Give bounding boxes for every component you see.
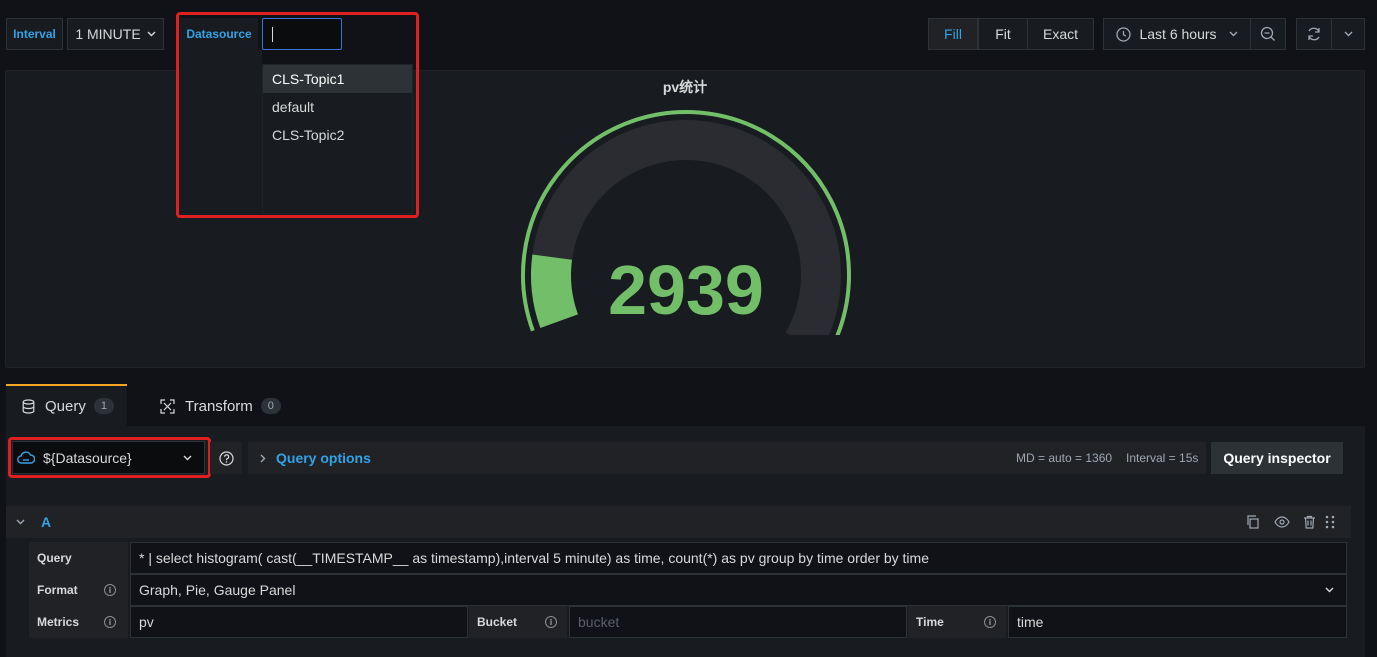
interval-value: 1 MINUTE: [75, 26, 141, 42]
question-circle-icon: [218, 450, 234, 466]
chevron-down-icon[interactable]: [16, 519, 25, 525]
zoom-out-icon: [1260, 26, 1276, 42]
time-field-label: Time i: [908, 606, 1006, 638]
query-ref-id[interactable]: A: [41, 514, 51, 530]
metrics-field-label: Metrics i: [29, 606, 128, 638]
tab-query-count: 1: [93, 398, 114, 414]
tab-query[interactable]: Query 1: [6, 384, 127, 426]
info-icon: i: [104, 584, 116, 596]
query-field-label: Query: [29, 542, 128, 574]
dropdown-option[interactable]: CLS-Topic2: [263, 121, 412, 149]
format-label-text: Format: [37, 583, 78, 597]
transform-icon: [160, 398, 175, 414]
interval-select[interactable]: 1 MINUTE: [67, 18, 164, 50]
cloud-icon: [17, 451, 35, 464]
query-options-bar[interactable]: Query options MD = auto = 1360 Interval …: [248, 442, 1206, 474]
time-label-text: Time: [916, 615, 944, 629]
chevron-down-icon: [147, 31, 156, 37]
refresh-icon: [1306, 26, 1322, 42]
datasource-label-column: [180, 50, 262, 214]
query-field[interactable]: * | select histogram( cast(__TIMESTAMP__…: [130, 542, 1347, 574]
tab-query-label: Query: [45, 397, 86, 415]
bucket-input[interactable]: bucket: [569, 606, 907, 638]
bucket-label-text: Bucket: [477, 615, 518, 629]
time-range-label: Last 6 hours: [1139, 26, 1217, 42]
clock-icon: [1116, 26, 1132, 42]
metrics-label-text: Metrics: [37, 615, 80, 629]
tab-transform-label: Transform: [185, 397, 253, 415]
datasource-select[interactable]: ${Datasource}: [12, 441, 205, 474]
format-field-label: Format i: [29, 574, 128, 606]
fill-button[interactable]: Fill: [928, 18, 978, 50]
time-input[interactable]: time: [1008, 606, 1347, 638]
bucket-field-label: Bucket i: [469, 606, 567, 638]
help-button[interactable]: [210, 442, 242, 474]
eye-icon[interactable]: [1274, 516, 1290, 528]
drag-handle-icon[interactable]: [1325, 515, 1335, 529]
panel-title: pv统计: [662, 79, 708, 95]
dropdown-option[interactable]: default: [263, 93, 412, 121]
text-cursor: [272, 27, 273, 42]
interval-text: Interval = 15s: [1126, 451, 1199, 465]
tab-transform[interactable]: Transform 0: [146, 386, 286, 426]
tab-transform-count: 0: [260, 398, 281, 414]
chevron-right-icon: [260, 454, 266, 463]
chevron-down-icon: [1344, 31, 1353, 37]
info-icon: i: [984, 616, 996, 628]
refresh-interval-dropdown[interactable]: [1331, 18, 1365, 50]
datasource-label: Datasource: [180, 18, 258, 50]
copy-icon[interactable]: [1246, 515, 1260, 529]
format-value: Graph, Pie, Gauge Panel: [139, 582, 296, 598]
query-inspector-button[interactable]: Query inspector: [1211, 442, 1343, 474]
database-icon: [22, 398, 35, 414]
exact-button[interactable]: Exact: [1027, 18, 1094, 50]
metrics-input[interactable]: pv: [130, 606, 468, 638]
max-data-points-text: MD = auto = 1360: [1016, 451, 1113, 465]
datasource-select-value: ${Datasource}: [43, 449, 132, 466]
info-icon: i: [104, 616, 116, 628]
interval-label: Interval: [6, 18, 63, 50]
format-select[interactable]: Graph, Pie, Gauge Panel: [130, 574, 1347, 606]
chevron-down-icon: [1325, 587, 1334, 593]
zoom-out-button[interactable]: [1250, 18, 1286, 50]
trash-icon[interactable]: [1303, 515, 1316, 529]
chevron-down-icon: [1229, 31, 1238, 37]
time-range-picker[interactable]: Last 6 hours: [1103, 18, 1251, 50]
query-options-label: Query options: [276, 450, 371, 466]
chevron-down-icon: [183, 455, 192, 461]
query-row-header[interactable]: A: [6, 506, 1351, 538]
refresh-button[interactable]: [1296, 18, 1332, 50]
gauge-value: 2939: [608, 251, 764, 329]
datasource-input[interactable]: [262, 18, 342, 50]
info-icon: i: [545, 616, 557, 628]
fit-button[interactable]: Fit: [978, 18, 1028, 50]
